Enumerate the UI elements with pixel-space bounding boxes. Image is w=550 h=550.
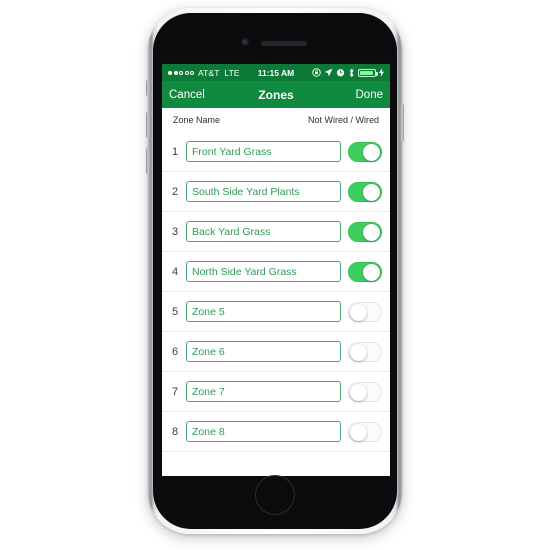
zone-index-label: 4 [172, 265, 179, 278]
done-button[interactable]: Done [356, 89, 384, 101]
zone-name-input[interactable] [186, 261, 341, 282]
toggle-knob [363, 143, 380, 161]
zone-wired-toggle[interactable] [348, 421, 382, 442]
location-arrow-icon [324, 68, 333, 77]
zone-row: 7 [162, 372, 390, 412]
zone-wired-toggle[interactable] [348, 381, 382, 402]
zone-name-input[interactable] [186, 301, 341, 322]
status-bar-icons [312, 68, 384, 78]
zone-name-input[interactable] [186, 421, 341, 442]
column-header-zone-name: Zone Name [173, 115, 221, 125]
silence-switch[interactable] [146, 80, 150, 96]
power-button[interactable] [400, 104, 404, 142]
zone-row: 2 [162, 172, 390, 212]
zone-name-input[interactable] [186, 381, 341, 402]
phone-bezel: AT&T LTE 11:15 AM Cancel Zones Done Zone… [153, 13, 397, 529]
zone-index-label: 2 [172, 185, 179, 198]
zone-index-label: 7 [172, 385, 179, 398]
alarm-clock-icon [336, 69, 345, 77]
zone-wired-toggle[interactable] [348, 341, 382, 362]
zone-row: 6 [162, 332, 390, 372]
zone-index-label: 1 [172, 145, 179, 158]
bluetooth-icon [349, 68, 354, 77]
zone-row: 4 [162, 252, 390, 292]
zone-index-label: 5 [172, 305, 179, 318]
zone-wired-toggle[interactable] [348, 301, 382, 322]
volume-down-button[interactable] [146, 148, 150, 174]
earpiece-speaker-icon [261, 41, 307, 46]
charging-bolt-icon [379, 68, 384, 77]
phone-screen: AT&T LTE 11:15 AM Cancel Zones Done Zone… [162, 64, 390, 476]
toggle-knob [363, 263, 380, 281]
zone-row: 5 [162, 292, 390, 332]
cancel-button[interactable]: Cancel [169, 89, 205, 101]
column-header-wired: Not Wired / Wired [307, 115, 379, 125]
zone-index-label: 8 [172, 425, 179, 438]
rotation-lock-icon [312, 68, 321, 77]
zone-wired-toggle[interactable] [348, 181, 382, 202]
volume-up-button[interactable] [146, 112, 150, 138]
zone-row: 8 [162, 412, 390, 452]
zone-index-label: 6 [172, 345, 179, 358]
toggle-knob [363, 183, 380, 201]
phone-device: AT&T LTE 11:15 AM Cancel Zones Done Zone… [146, 8, 404, 534]
zone-row: 3 [162, 212, 390, 252]
home-button[interactable] [255, 475, 295, 515]
zone-index-label: 3 [172, 225, 179, 238]
zone-wired-toggle[interactable] [348, 141, 382, 162]
zone-list: 1 2 3 4 5 6 7 8 [162, 132, 390, 452]
battery-icon [358, 68, 378, 77]
status-bar: AT&T LTE 11:15 AM [162, 64, 390, 81]
toggle-knob [350, 303, 367, 321]
zone-wired-toggle[interactable] [348, 221, 382, 242]
zone-name-input[interactable] [186, 221, 341, 242]
toggle-knob [350, 383, 367, 401]
toggle-knob [350, 343, 367, 361]
zone-row: 1 [162, 132, 390, 172]
list-column-headers: Zone Name Not Wired / Wired [162, 108, 390, 132]
toggle-knob [363, 223, 380, 241]
zone-wired-toggle[interactable] [348, 261, 382, 282]
zone-name-input[interactable] [186, 341, 341, 362]
front-camera-icon [241, 38, 249, 46]
zone-name-input[interactable] [186, 141, 341, 162]
toggle-knob [350, 423, 367, 441]
navigation-bar: Cancel Zones Done [162, 81, 390, 108]
zone-name-input[interactable] [186, 181, 341, 202]
